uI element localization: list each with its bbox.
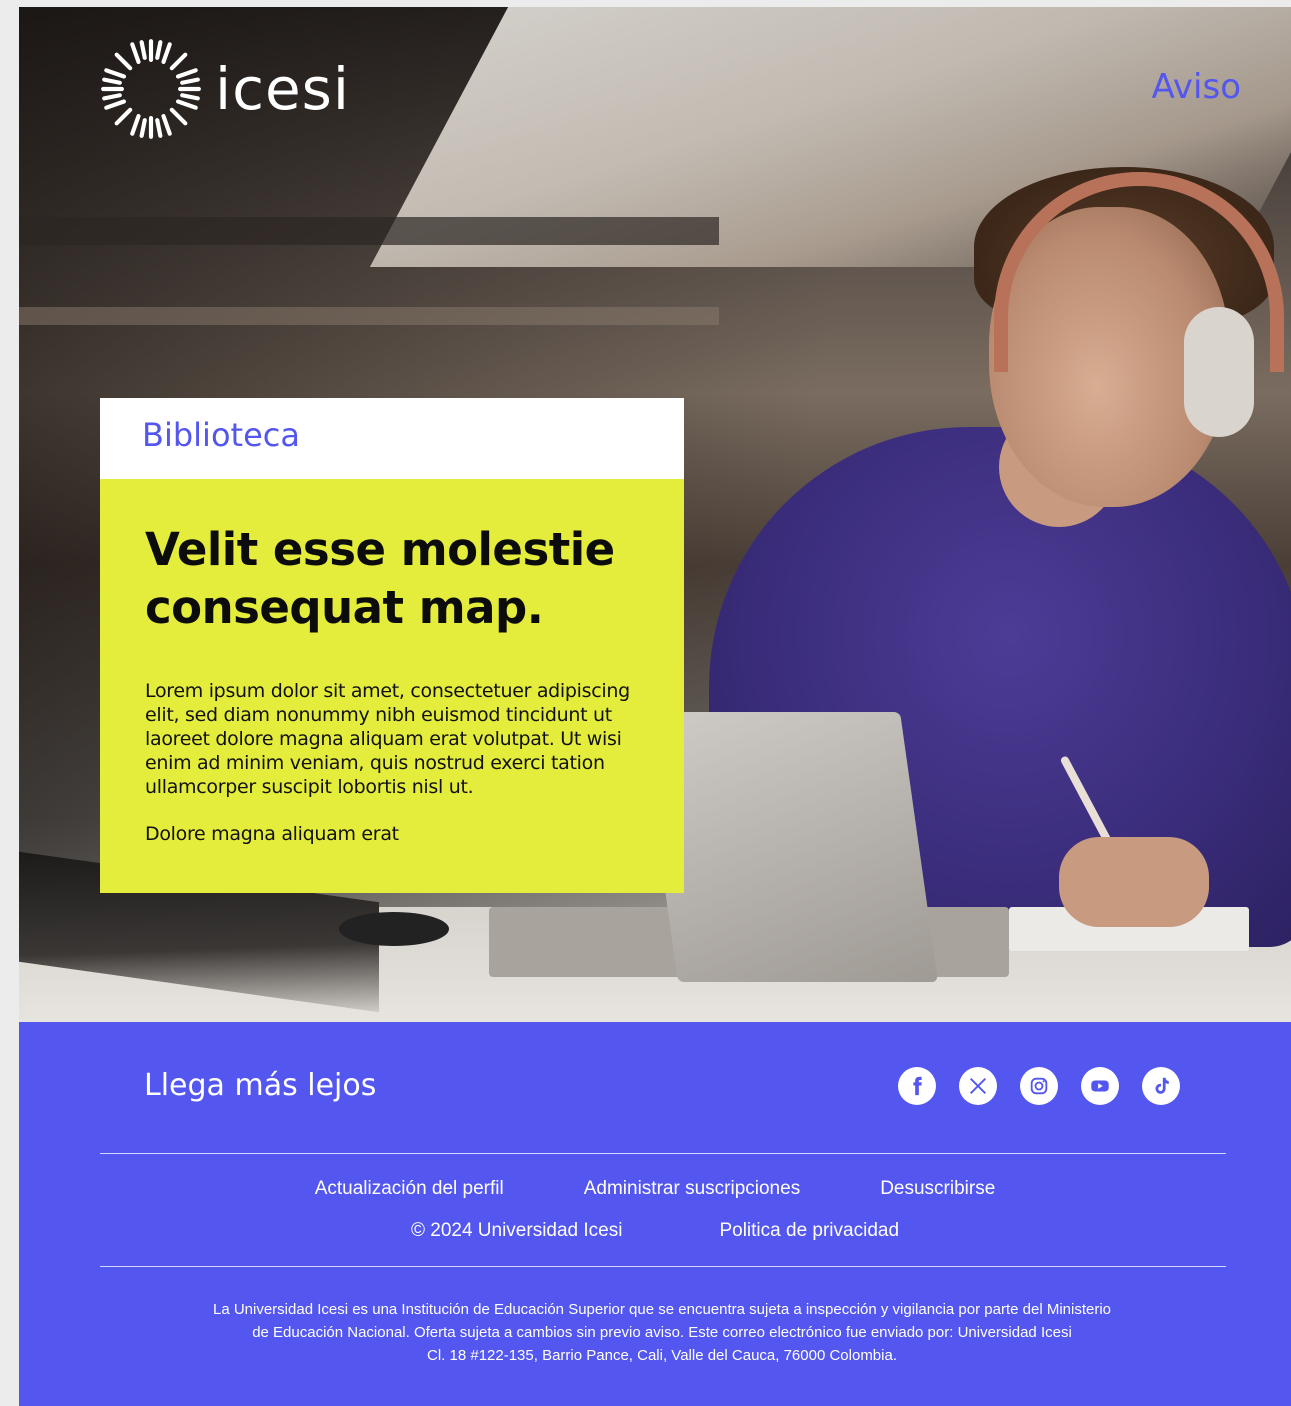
social-links (898, 1067, 1180, 1105)
card-body-text: Lorem ipsum dolor sit amet, consectetuer… (145, 680, 630, 798)
legal-line-2: de Educación Nacional. Oferta sujeta a c… (252, 1324, 1072, 1341)
legal-notice: La Universidad Icesi es una Institución … (119, 1298, 1205, 1367)
hero-image: Icesi Aviso Biblioteca Velit esse molest… (19, 7, 1291, 1022)
legal-line-1: La Universidad Icesi es una Institución … (212, 1301, 1111, 1318)
card-body: Velit esse molestie consequat map. Lorem… (100, 479, 684, 893)
unsubscribe-link[interactable]: Desuscribirse (880, 1178, 995, 1200)
sunburst-logo-icon (101, 39, 201, 139)
legal-line-3: Cl. 18 #122-135, Barrio Pance, Cali, Val… (427, 1347, 897, 1364)
feature-card: Biblioteca Velit esse molestie consequat… (100, 398, 684, 893)
copyright-text: © 2024 Universidad Icesi (410, 1220, 623, 1241)
icesi-logo[interactable]: Icesi (99, 37, 379, 141)
manage-subscriptions-link[interactable]: Administrar suscripciones (584, 1178, 800, 1200)
card-category-tag: Biblioteca (100, 398, 684, 479)
card-title: Velit esse molestie consequat map. (145, 523, 615, 634)
instagram-icon[interactable] (1020, 1067, 1058, 1105)
tiktok-icon[interactable] (1142, 1067, 1180, 1105)
footer-links-row-2: © 2024 Universidad Icesi Politica de pri… (19, 1220, 1291, 1242)
card-secondary-text: Dolore magna aliquam erat (145, 823, 399, 845)
logo-wordmark: Icesi (215, 55, 351, 123)
footer: Llega más lejos Actualización del perfil… (19, 1022, 1291, 1406)
footer-links-row-1: Actualización del perfil Administrar sus… (19, 1178, 1291, 1200)
profile-update-link[interactable]: Actualización del perfil (315, 1178, 504, 1200)
email-container: Icesi Aviso Biblioteca Velit esse molest… (19, 7, 1291, 1406)
facebook-icon[interactable] (898, 1067, 936, 1105)
youtube-icon[interactable] (1081, 1067, 1119, 1105)
footer-divider-top (100, 1153, 1226, 1154)
footer-divider-bottom (100, 1266, 1226, 1267)
aviso-label: Aviso (1151, 67, 1241, 107)
x-icon[interactable] (959, 1067, 997, 1105)
privacy-policy-link[interactable]: Politica de privacidad (719, 1220, 899, 1242)
footer-tagline: Llega más lejos (144, 1068, 377, 1103)
